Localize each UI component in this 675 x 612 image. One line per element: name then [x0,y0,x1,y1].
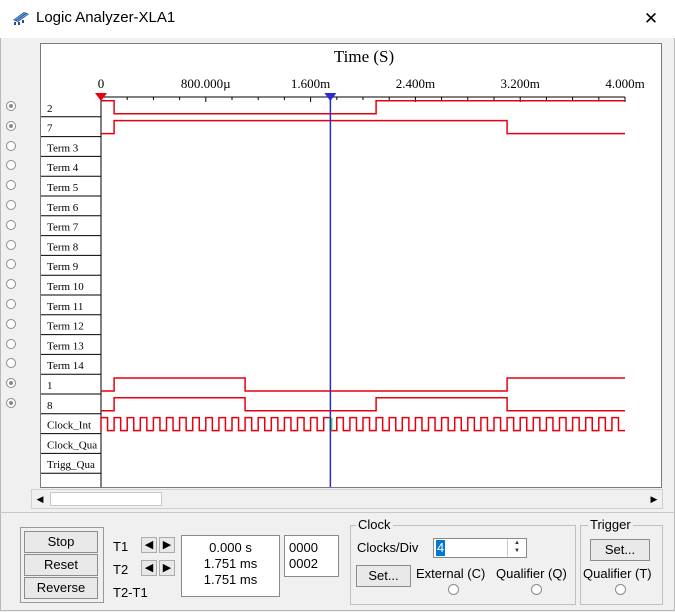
spinner-arrows-icon[interactable]: ▲ ▼ [507,539,526,557]
logic-analyzer-icon [13,12,29,25]
t2-t1-label: T2-T1 [113,585,148,600]
reset-button[interactable]: Reset [24,554,98,576]
control-divider [0,512,675,513]
channel-label: Term 14 [47,360,84,372]
input-pin[interactable] [6,219,16,230]
input-pin[interactable] [6,338,16,349]
clock-set-button[interactable]: Set... [356,565,411,587]
channel-label: Term 12 [47,321,84,333]
channel-label: Term 8 [47,241,79,253]
signal-trace [101,377,625,392]
time-readout-box: 0.000 s 1.751 ms 1.751 ms [181,535,280,597]
channel-label: Term 9 [47,261,79,273]
input-pin[interactable] [6,100,16,111]
signal-trace [101,119,625,135]
tick-label: 2.400m [396,76,435,91]
trigger-qualifier-label: Qualifier (T) [583,566,652,581]
channel-label: Term 7 [47,222,79,234]
t2-label: T2 [113,562,129,577]
input-pin[interactable] [6,397,16,408]
input-pin[interactable] [6,199,16,210]
channel-label: 2 [47,103,53,115]
t1-right-arrow-icon[interactable]: ▶ [159,537,175,553]
t1-time-value: 0.000 s [209,540,252,555]
input-pin[interactable] [6,140,16,151]
waveform-display: Time (S) 0 800.000µ 1.600m 2.400m 3.200m 4.00… [40,43,662,488]
channel-label: Term 5 [47,182,79,194]
clocks-div-label: Clocks/Div [357,540,419,555]
reverse-button[interactable]: Reverse [24,577,98,599]
close-icon[interactable]: ✕ [638,6,664,32]
t1-label: T1 [113,539,129,554]
t2-left-arrow-icon[interactable]: ◀ [141,560,157,576]
t2-code-value: 0002 [289,556,318,571]
input-pin[interactable] [6,318,16,329]
channel-label: Term 11 [47,301,83,313]
scroll-right-icon[interactable]: ▶ [646,490,662,508]
input-pin[interactable] [6,120,16,131]
tick-label: 0 [98,76,105,91]
waveform-svg: Time (S) 0 800.000µ 1.600m 2.400m 3.200m 4.00… [41,47,645,487]
channel-label: Term 13 [47,340,84,352]
external-clock-label: External (C) [416,566,486,581]
window-title: Logic Analyzer-XLA1 [36,9,176,26]
channel-label: 8 [47,400,53,412]
channel-label: 7 [47,123,53,135]
channel-label: 1 [47,380,53,392]
trigger-group-title: Trigger [588,517,633,532]
channel-label: Clock_Qua [47,439,97,451]
input-pin[interactable] [6,298,16,309]
clock-trace [100,416,625,432]
clocks-div-value[interactable]: 4 [436,540,446,556]
delta-time-value: 1.751 ms [203,572,258,587]
t1-left-arrow-icon[interactable]: ◀ [141,537,157,553]
signal-trace [101,100,625,115]
clock-qualifier-label: Qualifier (Q) [496,566,567,581]
channel-label: Trigg_Qua [47,459,95,471]
tick-label: 3.200m [501,76,540,91]
t2-right-arrow-icon[interactable]: ▶ [159,560,175,576]
channel-label: Term 3 [47,142,79,154]
tick-label: 4.000m [605,76,644,91]
trigger-set-button[interactable]: Set... [590,539,650,561]
axis-title: Time (S) [334,47,394,66]
channel-label: Term 6 [47,202,79,214]
title-bar: Logic Analyzer-XLA1 ✕ [0,0,675,38]
clock-group-title: Clock [356,517,393,532]
tick-label: 800.000µ [181,76,231,91]
t1-code-value: 0000 [289,540,318,555]
trigger-qualifier-radio[interactable] [615,584,626,595]
scroll-left-icon[interactable]: ◀ [32,490,48,508]
channel-label: Clock_Int [47,420,91,432]
horizontal-scrollbar[interactable]: ◀ ▶ [31,489,663,509]
input-pin[interactable] [6,239,16,250]
code-readout-box: 0000 0002 [284,535,339,577]
signal-trace [101,397,625,412]
clock-qualifier-radio[interactable] [531,584,542,595]
channel-label: Term 4 [47,162,79,174]
tick-label: 1.600m [291,76,330,91]
stop-button[interactable]: Stop [24,531,98,553]
channel-label: Term 10 [47,281,84,293]
scrollbar-thumb[interactable] [50,492,162,506]
t2-time-value: 1.751 ms [203,556,258,571]
external-clock-radio[interactable] [448,584,459,595]
clocks-div-spinner[interactable]: 4 ▲ ▼ [433,538,527,558]
